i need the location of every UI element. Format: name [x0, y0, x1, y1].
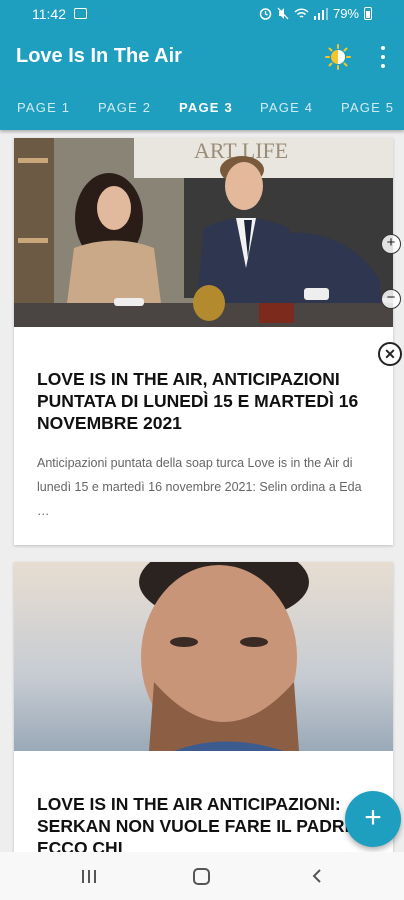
signal-icon — [313, 7, 328, 20]
page-tabs: PAGE 1 PAGE 2 PAGE 3 PAGE 4 PAGE 5 — [0, 86, 404, 130]
article-excerpt: Anticipazioni puntata della soap turca L… — [37, 456, 362, 518]
article-card[interactable]: Love Is In The Air anticipazioni: Serkan… — [14, 562, 393, 862]
article-title[interactable]: Love Is In The Air, anticipazioni puntat… — [37, 368, 379, 434]
article-title[interactable]: Love Is In The Air anticipazioni: Serkan… — [37, 793, 379, 859]
office-scene-image: ART LIFE — [14, 138, 393, 327]
alarm-icon — [259, 8, 272, 20]
home-icon[interactable] — [193, 868, 210, 885]
article-card[interactable]: ART LIFE Love Is In The Air, anticipazio… — [14, 138, 393, 545]
tab-page-2[interactable]: PAGE 2 — [98, 100, 151, 115]
system-nav-bar — [0, 852, 404, 900]
wifi-icon — [294, 7, 309, 18]
status-time: 11:42 — [32, 6, 66, 22]
app-bar: Love Is In The Air — [0, 30, 404, 86]
man-portrait-image — [14, 562, 393, 751]
tab-page-3[interactable]: PAGE 3 — [179, 100, 233, 115]
battery-icon — [364, 7, 372, 20]
add-fab-button[interactable]: + — [345, 791, 401, 847]
tab-page-1[interactable]: PAGE 1 — [17, 100, 70, 115]
more-vert-icon[interactable] — [374, 44, 392, 70]
mute-icon — [277, 7, 289, 20]
tab-page-4[interactable]: PAGE 4 — [260, 100, 313, 115]
article-image[interactable]: ART LIFE — [14, 138, 393, 327]
battery-percent: 79% — [332, 6, 359, 21]
ad-expand-button[interactable]: + — [381, 234, 401, 254]
day-night-icon[interactable] — [324, 43, 352, 71]
status-icons: 79% — [259, 6, 372, 21]
ad-collapse-button[interactable]: − — [381, 289, 401, 309]
ad-close-button[interactable]: ✕ — [378, 342, 402, 366]
article-image[interactable] — [14, 562, 393, 751]
status-bar: 11:42 79% — [0, 0, 404, 30]
image-icon — [74, 8, 87, 19]
recent-apps-icon[interactable] — [82, 870, 96, 883]
back-icon[interactable] — [309, 868, 325, 884]
app-title: Love Is In The Air — [16, 45, 182, 67]
tab-page-5[interactable]: PAGE 5 — [341, 100, 394, 115]
